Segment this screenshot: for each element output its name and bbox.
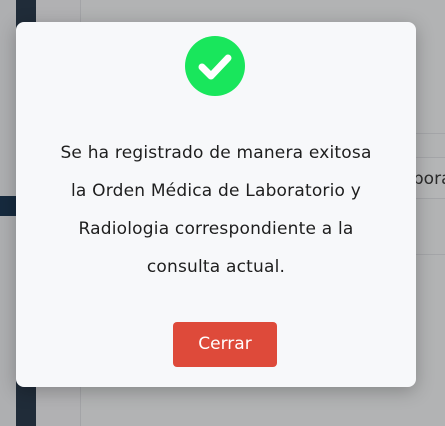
message-line: Se ha registrado de manera exitosa — [60, 143, 372, 163]
message-line: consulta actual. — [146, 257, 286, 277]
message-line: Radiologia correspondiente a la — [78, 219, 354, 239]
success-dialog: Se ha registrado de manera exitosa la Or… — [16, 22, 416, 387]
check-circle-icon — [185, 36, 245, 96]
close-button[interactable]: Cerrar — [173, 322, 277, 367]
message-line: la Orden Médica de Laboratorio y — [70, 181, 362, 201]
success-message: Se ha registrado de manera exitosa la Or… — [32, 134, 400, 286]
